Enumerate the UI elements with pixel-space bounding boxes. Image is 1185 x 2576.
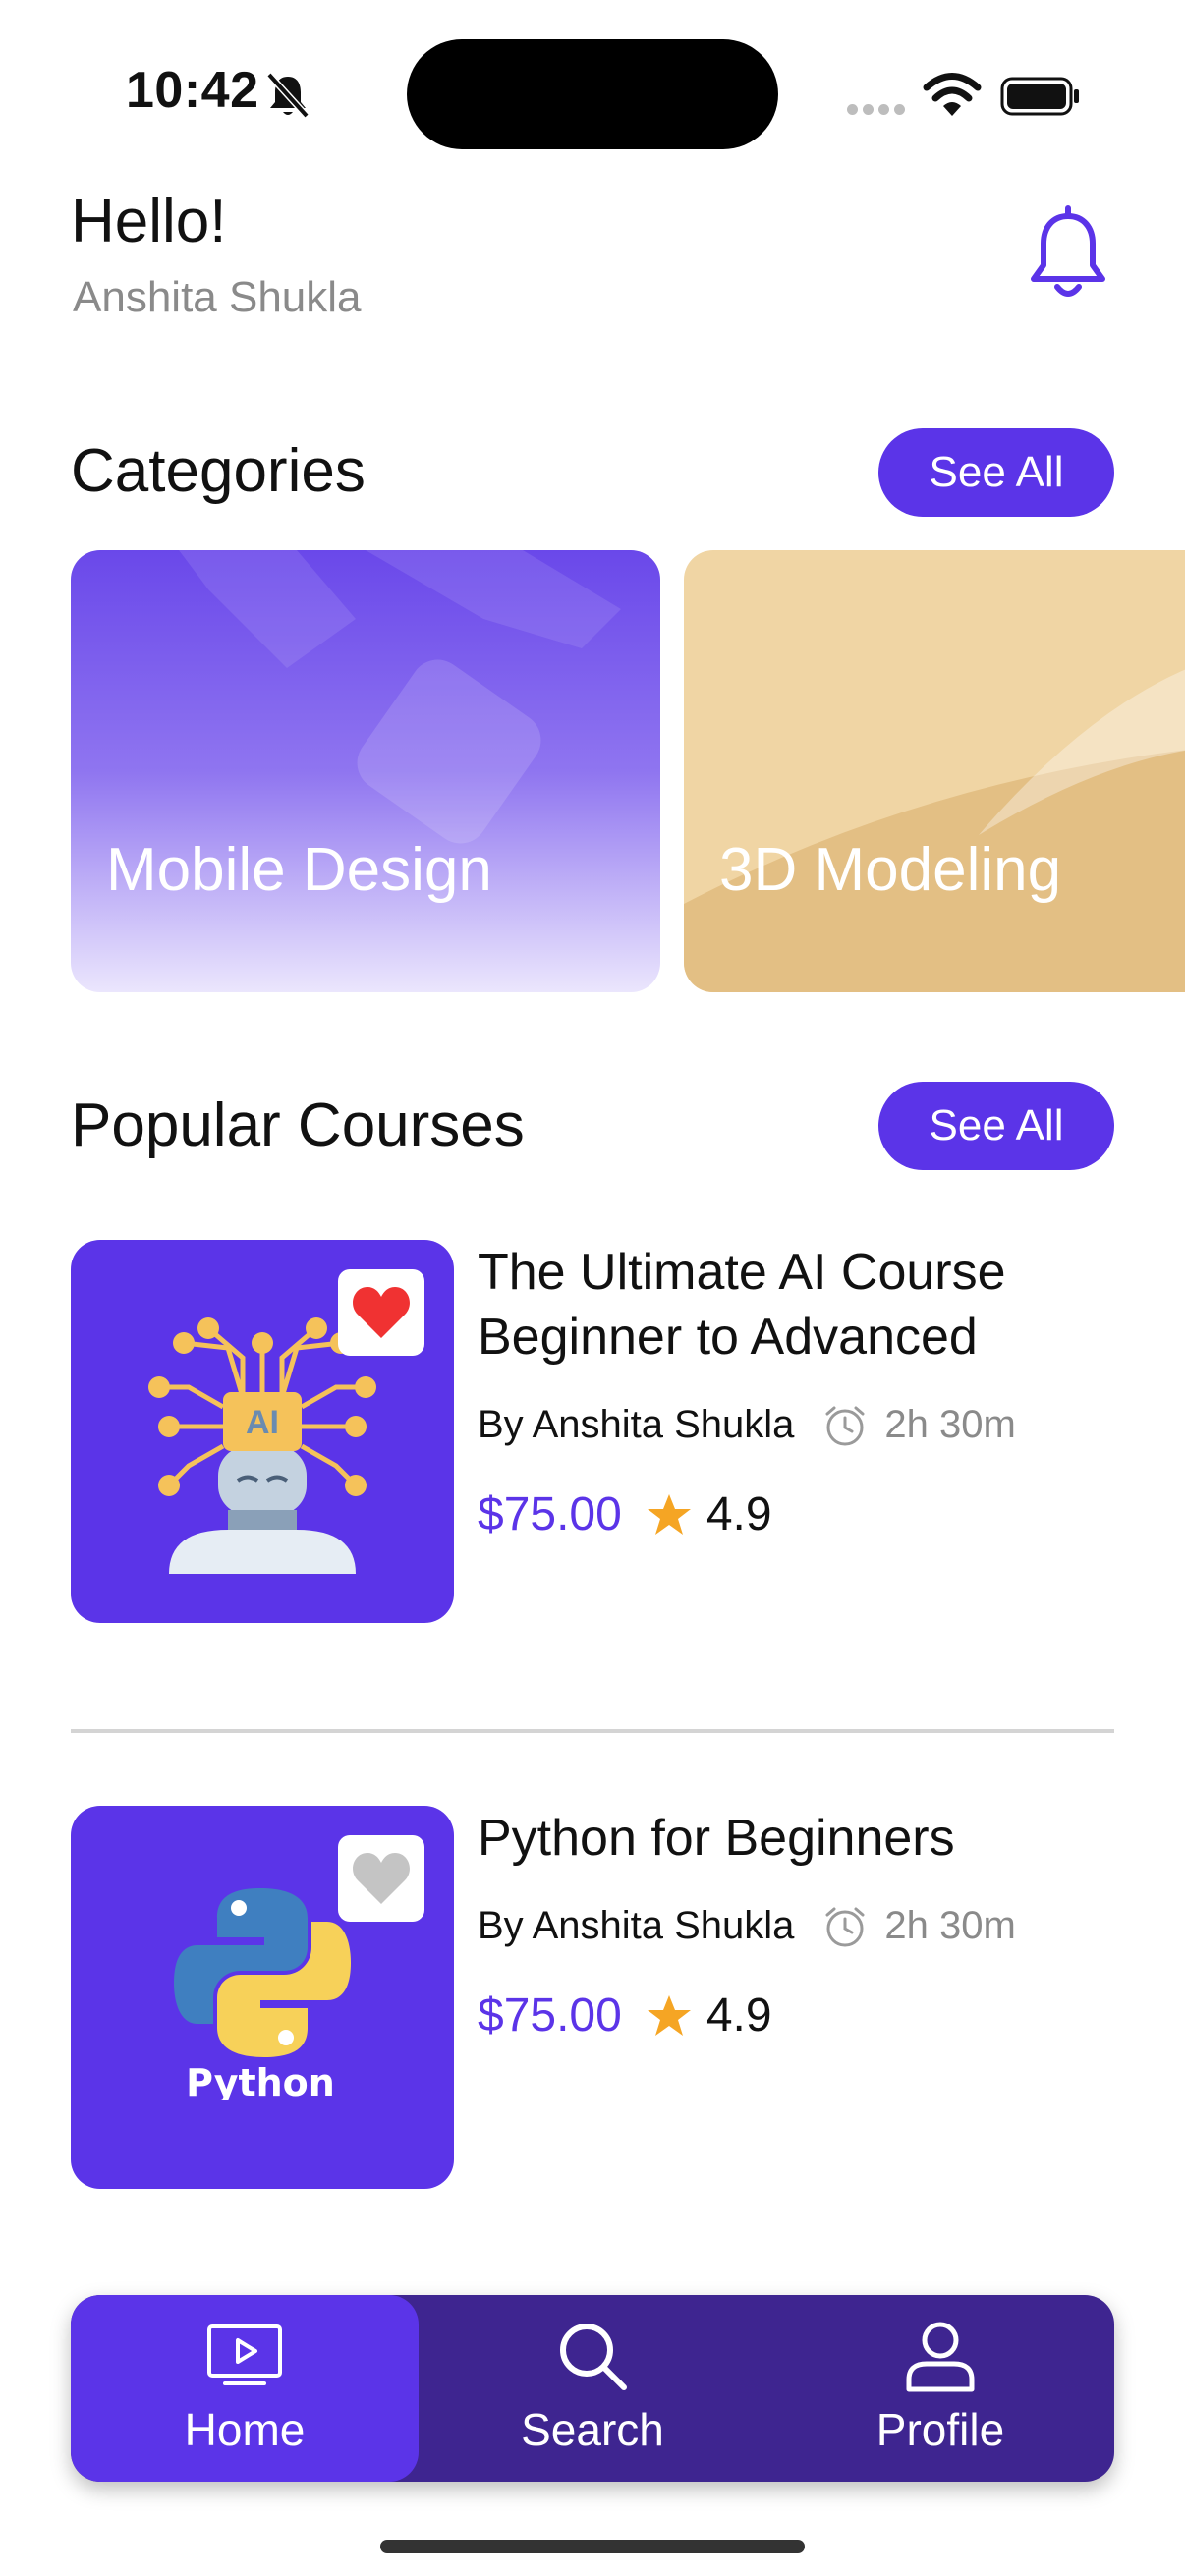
course-price: $75.00 [478, 1488, 622, 1540]
user-icon [906, 2322, 975, 2392]
search-icon [560, 2324, 627, 2390]
course-rating: 4.9 [705, 1989, 772, 2042]
course-duration: 2h 30m [884, 1904, 1016, 1947]
course-meta: By Anshita Shukla 2h 30m [478, 1904, 1016, 1948]
popular-courses-see-all-button[interactable]: See All [878, 1082, 1114, 1170]
category-decor-waves [684, 669, 1185, 992]
course-title[interactable]: The Ultimate AI Course Beginner to Advan… [478, 1240, 1146, 1370]
notification-bell-icon[interactable] [1026, 204, 1110, 303]
alarm-clock-icon [825, 1907, 865, 1946]
battery-icon [1000, 77, 1079, 116]
bottom-tab-bar: Home Search Profile [71, 2295, 1114, 2482]
tv-play-icon [207, 2324, 282, 2385]
course-title[interactable]: Python for Beginners [478, 1806, 1146, 1871]
status-time: 10:42 [126, 62, 259, 119]
heart-outline-icon [353, 1853, 410, 1904]
course-price-row: $75.00 4.9 [478, 1988, 772, 2043]
thumb-badge: AI [246, 1404, 279, 1441]
silent-mode-icon [266, 72, 310, 119]
course-author: By Anshita Shukla [478, 1904, 795, 1947]
python-logo-icon: Python [174, 1888, 351, 2100]
tab-home[interactable]: Home [71, 2295, 419, 2482]
favorite-toggle[interactable] [338, 1269, 424, 1356]
category-card-3d-modeling[interactable]: 3D Modeling [684, 550, 1185, 992]
cellular-signal-icon [847, 102, 910, 120]
category-label: 3D Modeling [719, 836, 1062, 904]
wifi-icon [923, 73, 982, 116]
category-decor-shapes [179, 550, 621, 844]
course-price: $75.00 [478, 1989, 622, 2042]
user-name: Anshita Shukla [73, 273, 362, 321]
course-author: By Anshita Shukla [478, 1403, 795, 1446]
course-price-row: $75.00 4.9 [478, 1487, 772, 1541]
star-icon [647, 1994, 691, 2036]
course-thumbnail-ai[interactable]: AI [71, 1240, 454, 1623]
tab-profile[interactable]: Profile [766, 2295, 1114, 2482]
category-card-mobile-design[interactable]: Mobile Design [71, 550, 660, 992]
category-label: Mobile Design [106, 836, 492, 904]
heart-filled-icon [353, 1287, 410, 1338]
home-indicator [380, 2540, 805, 2553]
popular-courses-title: Popular Courses [71, 1092, 525, 1159]
star-icon [647, 1493, 691, 1535]
tab-label: Home [184, 2404, 306, 2455]
greeting: Hello! [71, 188, 227, 255]
categories-see-all-button[interactable]: See All [878, 428, 1114, 517]
tab-label: Profile [875, 2404, 1005, 2455]
course-thumbnail-python[interactable]: Python [71, 1806, 454, 2189]
thumb-badge: Python [186, 2061, 335, 2100]
favorite-toggle[interactable] [338, 1835, 424, 1922]
alarm-clock-icon [825, 1406, 865, 1445]
dynamic-island [407, 39, 778, 149]
categories-title: Categories [71, 437, 366, 505]
tab-search[interactable]: Search [419, 2295, 766, 2482]
course-meta: By Anshita Shukla 2h 30m [478, 1403, 1016, 1447]
divider [71, 1729, 1114, 1733]
course-duration: 2h 30m [884, 1403, 1016, 1446]
course-rating: 4.9 [705, 1488, 772, 1540]
tab-label: Search [521, 2404, 664, 2455]
